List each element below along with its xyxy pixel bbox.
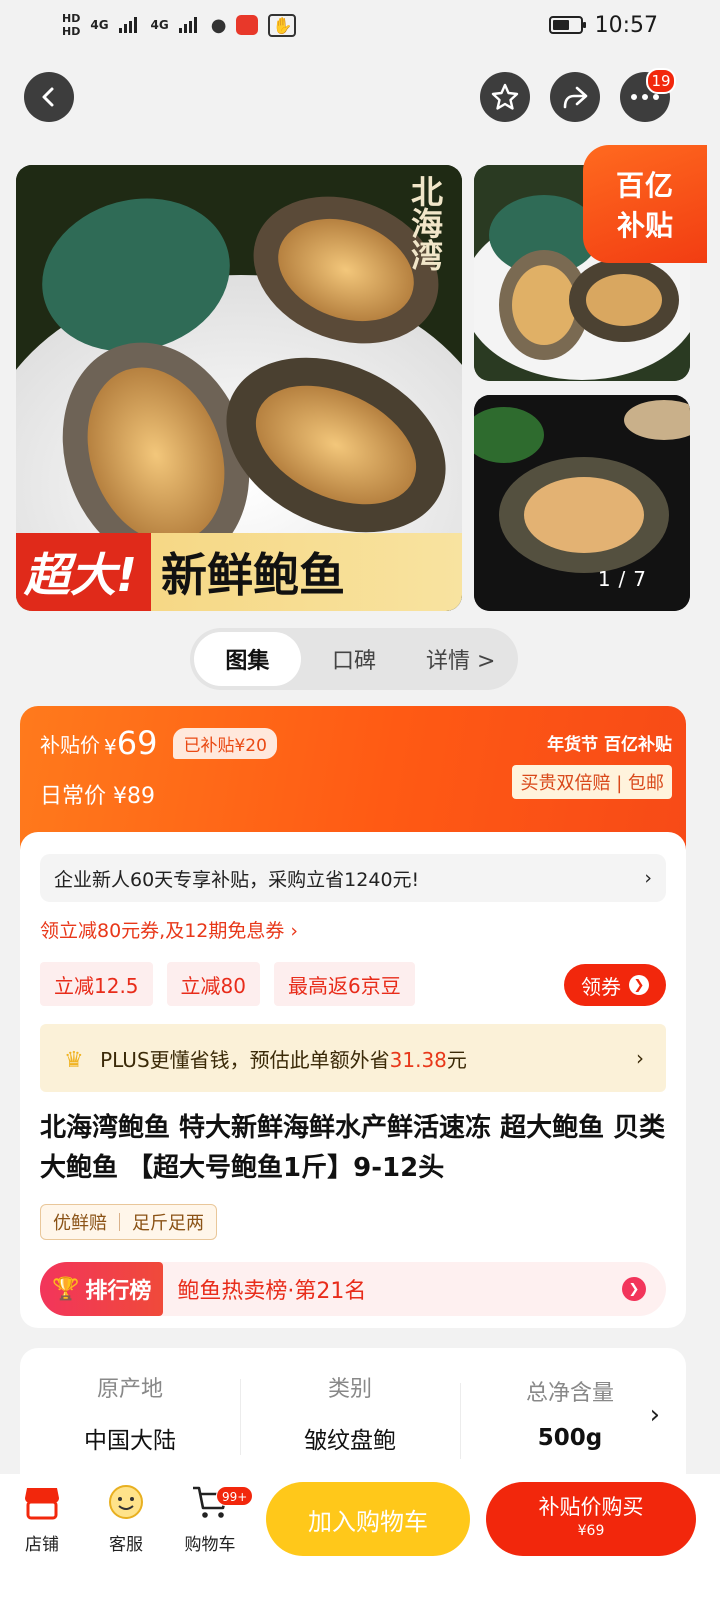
ranking-text: 鲍鱼热卖榜·第21名 bbox=[177, 1279, 367, 1304]
subsidy-badge-line2: 补贴 bbox=[616, 209, 673, 242]
daily-price: 日常价 ¥89 bbox=[40, 784, 156, 809]
chevron-left-icon bbox=[42, 87, 54, 107]
main-product-image[interactable]: 北海湾 超大! 新鲜鲍鱼 bbox=[16, 165, 462, 611]
wechat-icon: ● bbox=[210, 14, 227, 36]
back-button[interactable] bbox=[24, 72, 74, 122]
hd-indicator: HD HD bbox=[62, 12, 81, 38]
plus-text: PLUS更懂省钱，预估此单额外省 bbox=[100, 1047, 390, 1072]
thumbnail-image-2[interactable]: 1/7 bbox=[474, 395, 690, 611]
status-icons: HD HD 4G 4G ● ✋ bbox=[62, 12, 297, 38]
buy-now-button[interactable]: 补贴价购买 ¥69 bbox=[486, 1482, 696, 1556]
share-icon bbox=[563, 86, 588, 109]
image-counter: 1/7 bbox=[597, 567, 654, 591]
image-banner: 超大! 新鲜鲍鱼 bbox=[16, 533, 462, 611]
watermark: zhizhizhi.com bbox=[605, 1574, 700, 1590]
hand-icon: ✋ bbox=[268, 13, 297, 37]
subsidy-badge-line1: 百亿 bbox=[615, 169, 674, 202]
guarantee-tag: 买贵双倍赔 | 包邮 bbox=[512, 765, 672, 799]
spec-category: 类别 皱纹盘鲍 bbox=[240, 1371, 460, 1455]
plus-savings-banner[interactable]: ♛ PLUS更懂省钱，预估此单额外省31.38元 › bbox=[40, 1024, 666, 1092]
store-icon bbox=[22, 1482, 62, 1522]
ranking-bar[interactable]: 🏆 排行榜 鲍鱼热卖榜·第21名 ❯ bbox=[40, 1262, 666, 1316]
chevron-right-icon: › bbox=[649, 1400, 660, 1430]
product-info-card: 企业新人60天专享补贴，采购立省1240元! › 领立减80元券,及12期免息券… bbox=[20, 832, 686, 1328]
clock: 10:57 bbox=[594, 12, 658, 38]
chevron-right-icon: ❯ bbox=[629, 975, 649, 995]
discount-chip[interactable]: 立减12.5 bbox=[40, 962, 153, 1006]
content-tabs: 图集 口碑 详情 > bbox=[190, 628, 518, 690]
ranking-badge: 🏆 排行榜 bbox=[40, 1262, 164, 1316]
tab-gallery[interactable]: 图集 bbox=[194, 632, 301, 686]
abalone-thumbnail-2 bbox=[474, 395, 690, 611]
product-title: 北海湾鲍鱼 特大新鲜海鲜水产鲜活速冻 超大鲍鱼 贝类大鲍鱼 【超大号鲍鱼1斤】9… bbox=[40, 1113, 666, 1183]
tab-details[interactable]: 详情 > bbox=[407, 632, 514, 686]
signal-icon-2 bbox=[178, 17, 201, 33]
add-to-cart-button[interactable]: 加入购物车 bbox=[266, 1482, 470, 1556]
subsidy-price-label: 补贴价 bbox=[40, 732, 100, 757]
banner-title: 新鲜鲍鱼 bbox=[160, 548, 345, 602]
cart-button[interactable]: 购物车 99+ bbox=[172, 1482, 254, 1555]
trophy-icon: 🏆 bbox=[52, 1276, 80, 1302]
signal-icon bbox=[118, 17, 141, 33]
status-bar: HD HD 4G 4G ● ✋ 10:57 bbox=[0, 0, 720, 50]
tab-reviews[interactable]: 口碑 bbox=[301, 632, 408, 686]
store-button[interactable]: 店铺 bbox=[4, 1482, 80, 1555]
favorite-button[interactable] bbox=[480, 72, 530, 122]
crown-icon: ♛ bbox=[64, 1047, 84, 1073]
subsidized-amount-tag: 已补贴¥20 bbox=[173, 727, 277, 759]
spec-origin: 原产地 中国大陆 bbox=[84, 1377, 176, 1454]
bottom-action-bar: 店铺 客服 购物车 99+ 加入购物车 补贴价购买 ¥69 zhizhizhi.… bbox=[0, 1474, 720, 1600]
spec-card[interactable]: 原产地 中国大陆 类别 皱纹盘鲍 总净含量 500g › bbox=[20, 1348, 686, 1478]
chevron-right-icon: › bbox=[644, 867, 652, 889]
banner-highlight: 超大! bbox=[16, 533, 151, 611]
new-user-text: 企业新人60天专享补贴，采购立省1240元! bbox=[54, 868, 420, 891]
service-face-icon bbox=[106, 1482, 146, 1522]
service-tags[interactable]: 优鲜赔 足斤足两 bbox=[40, 1204, 217, 1240]
network-label-2: 4G bbox=[150, 18, 169, 32]
subsidy-badge: 百亿 补贴 bbox=[583, 145, 707, 263]
message-count-badge: 19 bbox=[646, 68, 676, 94]
network-label-1: 4G bbox=[90, 18, 109, 32]
coupon-link[interactable]: 领立减80元券,及12期免息券 › bbox=[40, 916, 298, 943]
brand-calligraphy: 北海湾 bbox=[406, 175, 444, 271]
spec-net-weight: 总净含量 500g bbox=[460, 1375, 680, 1459]
app-notification-icon bbox=[236, 15, 259, 35]
plus-amount: 31.38 bbox=[389, 1047, 447, 1072]
bean-reward-chip[interactable]: 最高返6京豆 bbox=[273, 962, 415, 1006]
cart-count-badge: 99+ bbox=[216, 1486, 254, 1506]
star-icon bbox=[491, 83, 519, 110]
get-coupon-button[interactable]: 领券 ❯ bbox=[564, 964, 666, 1006]
subsidy-price: ¥69 bbox=[104, 724, 158, 762]
more-menu-button[interactable]: 19 bbox=[620, 68, 676, 122]
service-tag: 足斤足两 bbox=[132, 1213, 204, 1234]
new-user-subsidy-banner[interactable]: 企业新人60天专享补贴，采购立省1240元! › bbox=[40, 854, 666, 902]
chevron-right-icon: ❯ bbox=[622, 1277, 646, 1301]
customer-service-button[interactable]: 客服 bbox=[88, 1482, 164, 1555]
discount-chip[interactable]: 立减80 bbox=[166, 962, 260, 1006]
battery-icon bbox=[548, 16, 586, 34]
more-icon bbox=[631, 94, 659, 100]
share-button[interactable] bbox=[550, 72, 600, 122]
promo-tags[interactable]: 年货节 百亿补贴 bbox=[512, 730, 672, 755]
chevron-right-icon: › bbox=[636, 1046, 644, 1070]
service-tag: 优鲜赔 bbox=[53, 1213, 107, 1234]
